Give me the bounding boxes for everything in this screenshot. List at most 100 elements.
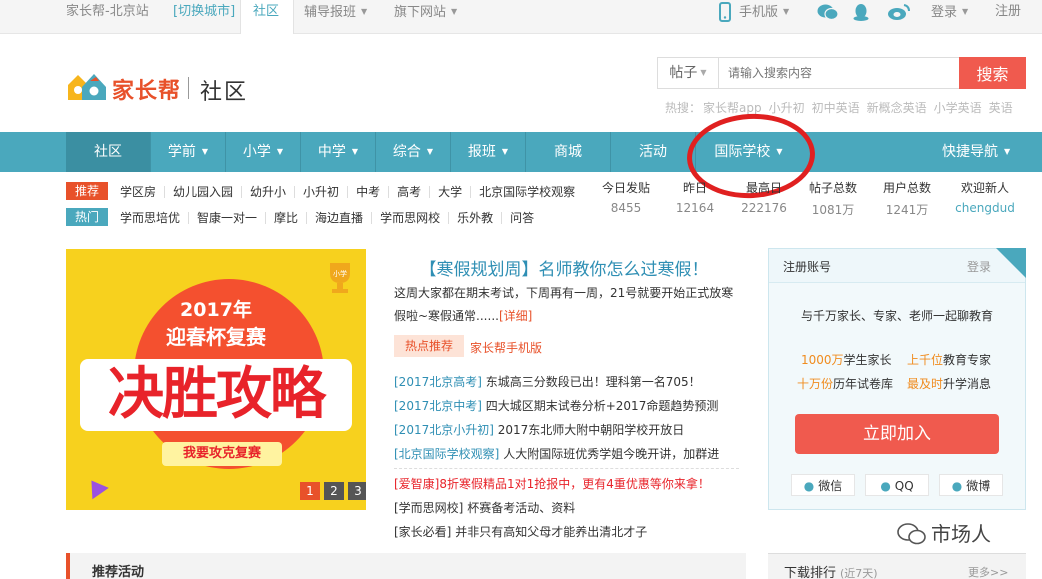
feature-highlight: 最及时 <box>907 377 944 391</box>
news-text: 东城高三分数段已出！理科第一名705！ <box>485 375 701 389</box>
hot-term[interactable]: 小学英语 <box>934 101 982 115</box>
switch-city-link[interactable]: [切换城市] <box>173 0 235 24</box>
top-menu-mobile[interactable]: 手机版 ▼ <box>739 0 789 24</box>
promo-item[interactable]: [爱智康]8折寒假精品1对1抢报中，更有4重优惠等你来拿！ <box>394 475 739 492</box>
nav-quick-menu[interactable]: 快捷导航 ▼ <box>942 132 1010 172</box>
nav-item-mall[interactable]: 商城 <box>526 132 611 172</box>
weibo-login-button[interactable]: ● 微博 <box>939 474 1003 496</box>
news-item[interactable]: [2017北京小升初] 2017东北师大附中朝阳学校开放日 <box>394 421 739 438</box>
qq-icon[interactable] <box>851 3 871 21</box>
recommended-activities-header: 推荐活动 <box>66 553 746 579</box>
article-more-link[interactable]: [详细] <box>499 309 532 323</box>
nav-item-label: 综合 <box>392 144 421 160</box>
tag-link[interactable]: 乐外教 <box>449 212 503 224</box>
register-link[interactable]: 注册 <box>995 0 1021 24</box>
stat-value: 222176 <box>741 201 787 215</box>
nav-item-activity[interactable]: 活动 <box>611 132 696 172</box>
top-menu-sites-label: 旗下网站 <box>394 5 447 20</box>
tag-link[interactable]: 大学 <box>430 186 472 198</box>
nav-item-general[interactable]: 综合 ▼ <box>376 132 451 172</box>
news-item[interactable]: [2017北京高考] 东城高三分数段已出！理科第一名705！ <box>394 373 739 390</box>
promo-banner[interactable]: 小学 2017年 迎春杯复赛 决胜攻略 我要攻克复赛 12345 <box>66 249 366 510</box>
register-tab[interactable]: 注册账号 <box>783 258 831 275</box>
more-link[interactable]: 更多>> <box>968 564 1008 579</box>
nav-item-preschool[interactable]: 学前 ▼ <box>151 132 226 172</box>
news-tag: [2017北京高考] <box>394 375 482 389</box>
article-title[interactable]: 【寒假规划周】名师教你怎么过寒假！ <box>394 255 734 280</box>
stat-max-day: 最高日 222176 <box>729 180 799 215</box>
promo-item[interactable]: [家长必看] 并非只有高知父母才能养出清北才子 <box>394 523 739 540</box>
search-input[interactable] <box>720 58 960 88</box>
watermark: 市场人 <box>897 518 991 547</box>
pager-dot[interactable]: 2 <box>324 482 344 500</box>
nav-item-classes[interactable]: 报班 ▼ <box>451 132 526 172</box>
logo-icon[interactable] <box>66 71 110 103</box>
hot-term[interactable]: 小升初 <box>769 101 805 115</box>
promo-tag: [爱智康] <box>394 477 440 491</box>
tag-link[interactable]: 小升初 <box>295 186 349 198</box>
tag-link[interactable]: 摩比 <box>266 212 308 224</box>
qq-login-button[interactable]: ● QQ <box>865 474 929 496</box>
stat-label: 今日发贴 <box>601 181 650 195</box>
banner-year: 2017年 <box>180 299 252 321</box>
banner-pager: 12345 <box>296 482 366 500</box>
nav-item-label: 学前 <box>167 144 196 160</box>
stat-label: 欢迎新人 <box>960 181 1009 195</box>
stat-new-user: 欢迎新人 chengdud <box>950 180 1020 215</box>
hot-term[interactable]: 英语 <box>989 101 1013 115</box>
article-desc-text: 这周大家都在期末考试，下周再有一周，21号就要开始正式放寒假啦~寒假通常....… <box>394 286 734 323</box>
nav-item-primary[interactable]: 小学 ▼ <box>226 132 301 172</box>
hot-search: 热搜： 家长帮app 小升初 初中英语 新概念英语 小学英语 英语 <box>665 99 1020 116</box>
promo-text: 8折寒假精品1对1抢报中，更有4重优惠等你来拿！ <box>439 477 710 491</box>
tag-link[interactable]: 中考 <box>348 186 390 198</box>
stat-value: 1081万 <box>811 203 855 217</box>
news-text: 四大城区期末试卷分析+2017命题趋势预测 <box>485 399 719 413</box>
tag-link[interactable]: 海边直播 <box>307 212 373 224</box>
login-tab[interactable]: 登录 <box>967 258 991 275</box>
tag-link[interactable]: 北京国际学校观察 <box>471 186 583 198</box>
tag-link[interactable]: 学而思培优 <box>112 212 190 224</box>
hot-term[interactable]: 新概念英语 <box>867 101 927 115</box>
nav-item-middle[interactable]: 中学 ▼ <box>301 132 376 172</box>
hot-term[interactable]: 初中英语 <box>812 101 860 115</box>
stat-users: 用户总数 1241万 <box>872 180 942 218</box>
banner-cta: 我要攻克复赛 <box>162 442 282 466</box>
nav-item-label: 活动 <box>639 144 667 160</box>
pager-dot[interactable]: 3 <box>348 482 366 500</box>
banner-event: 迎春杯复赛 <box>166 325 266 349</box>
new-user-link[interactable]: chengdud <box>950 201 1020 215</box>
wechat-login-button[interactable]: ● 微信 <box>791 474 855 496</box>
pager-dot[interactable]: 1 <box>300 482 320 500</box>
news-divider <box>394 468 739 469</box>
news-text: 2017东北师大附中朝阳学校开放日 <box>497 423 685 437</box>
top-menu-tutoring[interactable]: 辅导报班 ▼ <box>304 0 367 24</box>
tag-link[interactable]: 学区房 <box>112 186 166 198</box>
nav-item-label: 社区 <box>94 144 122 160</box>
tag-link[interactable]: 学而思网校 <box>372 212 450 224</box>
promo-item[interactable]: [学而思网校] 杯赛备考活动、资料 <box>394 499 739 516</box>
news-item[interactable]: [2017北京中考] 四大城区期末试卷分析+2017命题趋势预测 <box>394 397 739 414</box>
top-menu-sites[interactable]: 旗下网站 ▼ <box>394 0 457 24</box>
wechat-icon: ● <box>803 479 815 493</box>
tag-link[interactable]: 幼儿园入园 <box>165 186 243 198</box>
tag-link[interactable]: 智康一对一 <box>189 212 267 224</box>
top-menu-login[interactable]: 登录 ▼ <box>931 0 968 24</box>
feature-text: 历年试卷库 <box>833 377 894 391</box>
chevron-down-icon: ▼ <box>962 7 969 16</box>
feature-item: 1000万学生家长 <box>801 351 892 368</box>
nav-item-community[interactable]: 社区 <box>66 132 151 172</box>
tag-link[interactable]: 高考 <box>389 186 431 198</box>
top-tab-community[interactable]: 社区 <box>253 0 279 24</box>
weibo-icon[interactable] <box>887 3 911 21</box>
mobile-app-link[interactable]: 家长帮手机版 <box>470 339 542 356</box>
search-type-select[interactable]: 帖子 ▼ <box>658 58 719 88</box>
wechat-icon[interactable] <box>817 3 839 21</box>
search-button[interactable]: 搜索 <box>959 57 1026 89</box>
tag-link[interactable]: 幼升小 <box>242 186 296 198</box>
tag-link[interactable]: 问答 <box>502 212 542 224</box>
join-now-button[interactable]: 立即加入 <box>795 414 999 454</box>
logo-text[interactable]: 家长帮 <box>112 73 181 105</box>
news-item[interactable]: [北京国际学校观察] 人大附国际班优秀学姐今晚开讲，加群进 <box>394 445 739 462</box>
social-label: QQ <box>894 479 914 493</box>
news-tag: [2017北京中考] <box>394 399 482 413</box>
